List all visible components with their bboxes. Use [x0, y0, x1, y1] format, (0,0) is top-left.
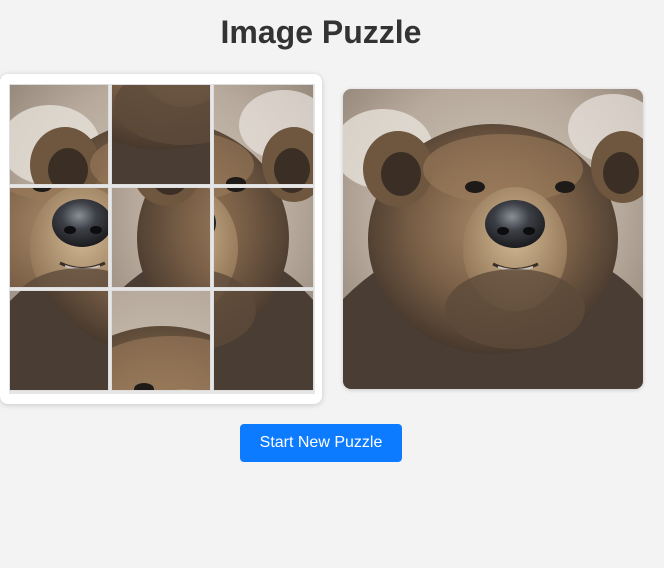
puzzle-tile[interactable]: [213, 290, 314, 391]
puzzle-tile[interactable]: [111, 84, 211, 185]
puzzle-tile[interactable]: [213, 187, 314, 288]
page-title: Image Puzzle: [220, 14, 422, 50]
puzzle-tile[interactable]: [9, 84, 109, 185]
puzzle-tile[interactable]: [111, 187, 211, 288]
puzzle-tile[interactable]: [9, 187, 109, 288]
puzzle-tile[interactable]: [9, 290, 109, 391]
puzzle-tile[interactable]: [111, 290, 211, 391]
start-new-puzzle-button[interactable]: Start New Puzzle: [240, 424, 402, 462]
puzzle-grid: [9, 84, 315, 394]
puzzle-tile[interactable]: [213, 84, 314, 185]
preview-image: [343, 89, 643, 389]
puzzle-board: [0, 74, 322, 404]
